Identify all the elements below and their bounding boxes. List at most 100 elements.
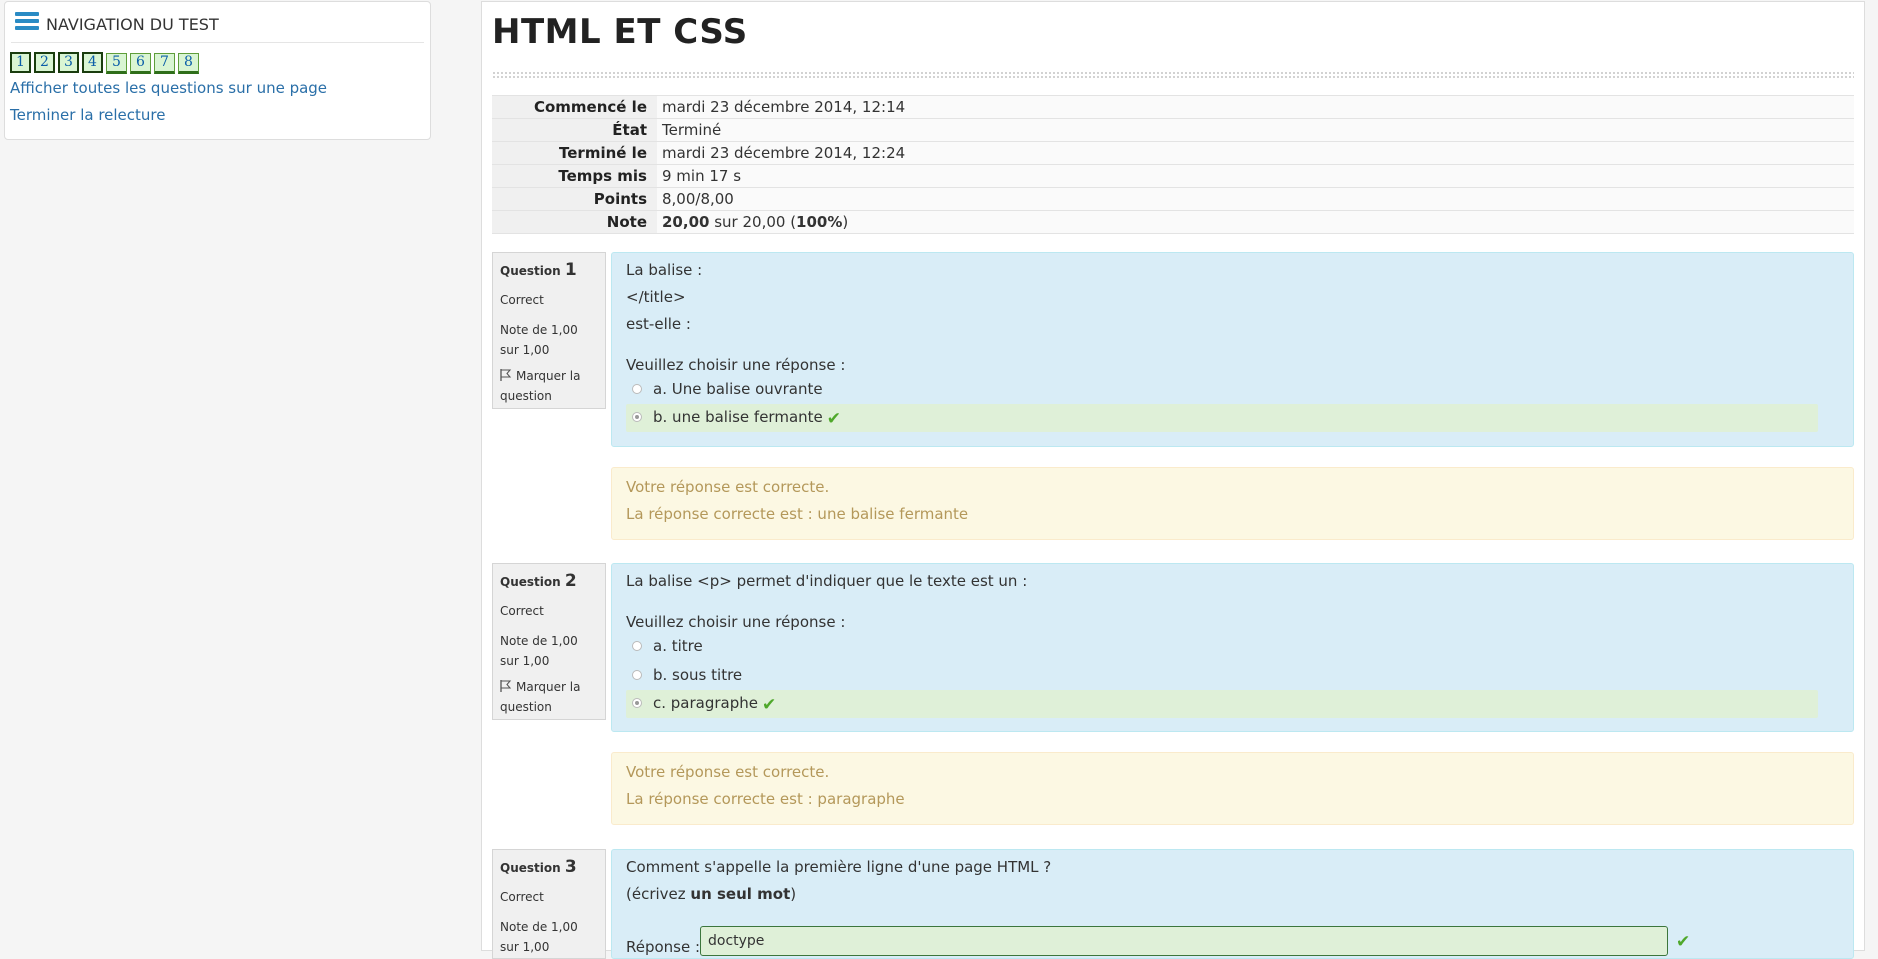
flag-question-toggle[interactable]: Marquer la question xyxy=(500,366,598,406)
option-label: a. titre xyxy=(653,637,703,655)
answer-option-correct[interactable]: c. paragraphe ✔ xyxy=(626,690,1818,718)
answer-option-correct[interactable]: b. une balise fermante ✔ xyxy=(626,404,1818,432)
answer-value: doctype xyxy=(708,933,765,949)
answer-option[interactable]: a. Une balise ouvrante xyxy=(626,376,1818,404)
question-state: Correct xyxy=(500,604,544,618)
question-number-value: 3 xyxy=(564,857,577,877)
question-text-line: est-elle : xyxy=(626,315,691,333)
question-outcome-2: Votre réponse est correcte. La réponse c… xyxy=(611,752,1854,825)
radio-icon[interactable] xyxy=(632,670,642,680)
option-label: b. sous titre xyxy=(653,666,743,684)
question-word: Question xyxy=(500,861,561,875)
option-label: a. Une balise ouvrante xyxy=(653,380,823,398)
flag-label: Marquer la question xyxy=(500,369,581,403)
check-icon: ✔ xyxy=(762,695,777,715)
right-answer-text: La réponse correcte est : paragraphe xyxy=(626,790,905,808)
question-nav-buttons: 12345678 xyxy=(10,51,202,74)
question-state: Correct xyxy=(500,293,544,307)
main-region: HTML ET CSS Commencé le mardi 23 décembre… xyxy=(481,1,1865,959)
text-part: (écrivez xyxy=(626,885,691,903)
question-formulation-2: La balise <p> permet d'indiquer que le t… xyxy=(611,563,1854,732)
question-grade: Note de 1,00 sur 1,00 xyxy=(500,323,578,357)
radio-icon[interactable] xyxy=(632,698,642,708)
question-number-value: 1 xyxy=(564,260,577,280)
summary-value: 9 min 17 s xyxy=(657,164,1854,188)
summary-label: Commencé le xyxy=(492,95,657,119)
feedback-text: Votre réponse est correcte. xyxy=(626,763,830,781)
answer-option[interactable]: a. titre xyxy=(626,633,1818,661)
radio-icon[interactable] xyxy=(632,384,642,394)
nav-title: NAVIGATION DU TEST xyxy=(46,15,219,34)
option-text: b. une balise fermante xyxy=(653,408,823,426)
check-icon: ✔ xyxy=(826,409,842,429)
text-part: ) xyxy=(790,885,797,903)
attempt-summary-table: Commencé le mardi 23 décembre 2014, 12:14… xyxy=(492,95,1854,234)
radio-icon[interactable] xyxy=(632,641,642,651)
question-text-line: La balise : xyxy=(626,261,703,279)
question-formulation-3: Comment s'appelle la première ligne d'un… xyxy=(611,849,1854,959)
qnav-button-6[interactable]: 6 xyxy=(130,53,151,74)
quiz-navigation-block: NAVIGATION DU TEST 12345678 Afficher tou… xyxy=(4,1,431,140)
choose-prompt: Veuillez choisir une réponse : xyxy=(626,613,846,631)
qnav-button-1[interactable]: 1 xyxy=(10,52,31,73)
option-label: c. paragraphe ✔ xyxy=(653,694,776,715)
summary-label: Note xyxy=(492,210,657,234)
summary-label: Terminé le xyxy=(492,141,657,165)
dotted-divider xyxy=(492,71,1854,80)
question-text-line-2: (écrivez un seul mot) xyxy=(626,885,796,903)
summary-row: Temps mis 9 min 17 s xyxy=(492,164,1854,188)
note-grade: 20,00 xyxy=(662,213,710,231)
question-grade: Note de 1,00 sur 1,00 xyxy=(500,634,578,668)
finish-review-link[interactable]: Terminer la relecture xyxy=(10,106,166,124)
feedback-text: Votre réponse est correcte. xyxy=(626,478,830,496)
question-text-line: Comment s'appelle la première ligne d'un… xyxy=(626,858,1052,876)
question-number: Question 3 xyxy=(500,857,598,877)
qnav-button-3[interactable]: 3 xyxy=(58,52,79,73)
summary-value: Terminé xyxy=(657,118,1854,142)
option-text: c. paragraphe xyxy=(653,694,758,712)
question-info-1: Question 1 Correct Note de 1,00 sur 1,00… xyxy=(492,252,606,409)
summary-value: 8,00/8,00 xyxy=(657,187,1854,211)
flag-question-toggle[interactable]: Marquer la question xyxy=(500,677,598,717)
flag-label: Marquer la question xyxy=(500,680,581,714)
qnav-button-2[interactable]: 2 xyxy=(34,52,55,73)
show-all-questions-link[interactable]: Afficher toutes les questions sur une pa… xyxy=(10,79,327,97)
summary-row-note: Note 20,00 sur 20,00 (100%) xyxy=(492,210,1854,234)
hamburger-icon[interactable] xyxy=(15,12,39,32)
nav-header: NAVIGATION DU TEST xyxy=(11,9,424,43)
question-info-3: Question 3 Correct Note de 1,00 sur 1,00 xyxy=(492,849,606,959)
qnav-button-5[interactable]: 5 xyxy=(106,53,127,74)
right-answer-text: La réponse correcte est : une balise fer… xyxy=(626,505,969,523)
answer-label: Réponse : xyxy=(626,938,701,956)
summary-label: Temps mis xyxy=(492,164,657,188)
qnav-button-4[interactable]: 4 xyxy=(82,52,103,73)
question-info-2: Question 2 Correct Note de 1,00 sur 1,00… xyxy=(492,563,606,720)
answer-input[interactable]: doctype xyxy=(700,926,1668,956)
question-formulation-1: La balise : </title> est-elle : Veuillez… xyxy=(611,252,1854,447)
summary-label: État xyxy=(492,118,657,142)
summary-row: Points 8,00/8,00 xyxy=(492,187,1854,211)
text-bold: un seul mot xyxy=(690,885,791,903)
note-end: ) xyxy=(842,213,849,231)
note-mid: sur 20,00 ( xyxy=(709,213,797,231)
qnav-button-7[interactable]: 7 xyxy=(154,53,175,74)
answer-option[interactable]: b. sous titre xyxy=(626,662,1818,690)
question-text-line: </title> xyxy=(626,288,686,306)
summary-value: mardi 23 décembre 2014, 12:24 xyxy=(657,141,1854,165)
qnav-button-8[interactable]: 8 xyxy=(178,53,199,74)
summary-note-value: 20,00 sur 20,00 (100%) xyxy=(657,210,1854,234)
page-title: HTML ET CSS xyxy=(492,12,748,52)
question-text-line: La balise <p> permet d'indiquer que le t… xyxy=(626,572,1028,590)
question-word: Question xyxy=(500,264,561,278)
summary-row: État Terminé xyxy=(492,118,1854,142)
flag-icon xyxy=(500,369,512,381)
radio-icon[interactable] xyxy=(632,412,642,422)
note-percent: 100% xyxy=(796,213,843,231)
option-label: b. une balise fermante ✔ xyxy=(653,408,841,429)
question-state: Correct xyxy=(500,890,544,904)
question-number-value: 2 xyxy=(564,571,577,591)
summary-value: mardi 23 décembre 2014, 12:14 xyxy=(657,95,1854,119)
summary-label: Points xyxy=(492,187,657,211)
question-number: Question 1 xyxy=(500,260,598,280)
question-outcome-1: Votre réponse est correcte. La réponse c… xyxy=(611,467,1854,540)
